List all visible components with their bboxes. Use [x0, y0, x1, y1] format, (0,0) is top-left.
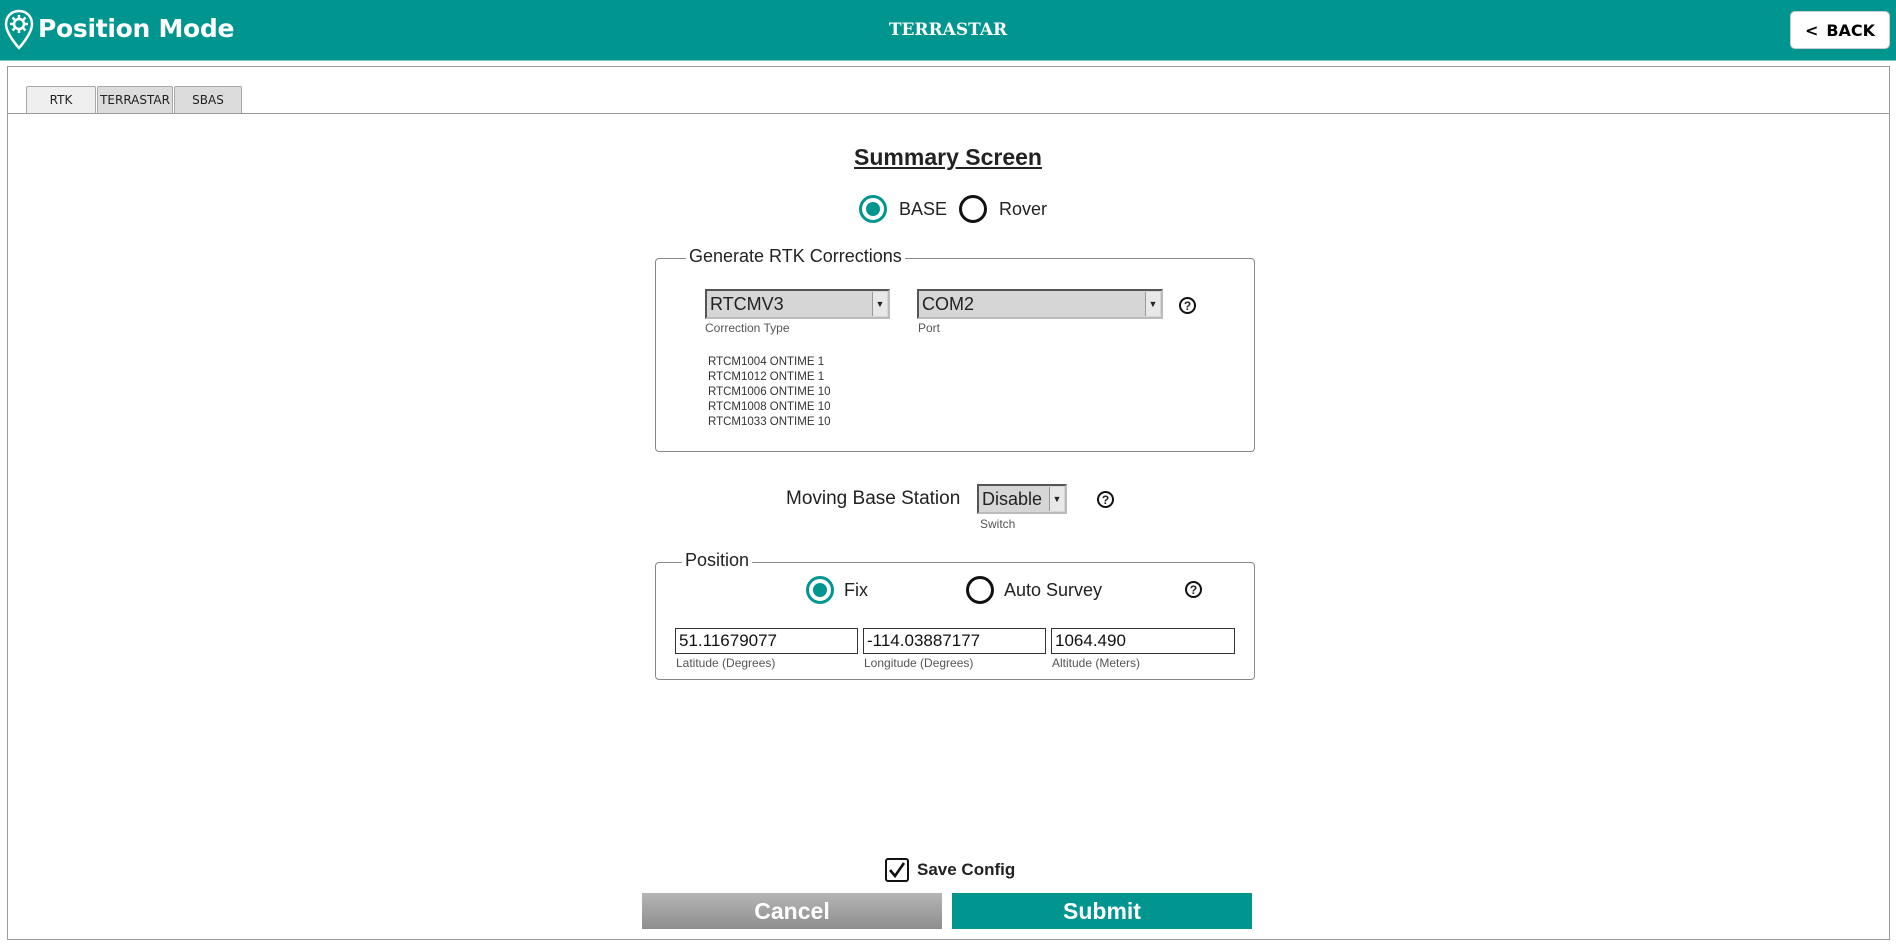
- latitude-caption: Latitude (Degrees): [676, 656, 776, 670]
- base-radio-label: BASE: [899, 198, 948, 219]
- tab-divider: [8, 113, 1889, 114]
- correction-type-caption: Correction Type: [705, 321, 790, 335]
- dropdown-arrow-icon: ▼: [1145, 292, 1160, 316]
- fix-radio-label: Fix: [844, 579, 868, 600]
- rtcm-message-list: RTCM1004 ONTIME 1 RTCM1012 ONTIME 1 RTCM…: [708, 355, 831, 430]
- altitude-caption: Altitude (Meters): [1052, 656, 1141, 670]
- chevron-left-icon: <: [1804, 20, 1819, 40]
- correction-type-select[interactable]: RTCMV3 ▼: [705, 289, 890, 319]
- auto-survey-radio[interactable]: [966, 576, 994, 604]
- moving-base-help-icon[interactable]: ?: [1097, 491, 1114, 508]
- page-title: Summary Screen: [854, 144, 1042, 170]
- corrections-help-icon[interactable]: ?: [1179, 297, 1196, 314]
- rtk-corrections-legend: Generate RTK Corrections: [686, 246, 905, 267]
- port-value: COM2: [922, 293, 975, 314]
- position-legend: Position: [682, 550, 753, 571]
- dropdown-arrow-icon: ▼: [1049, 487, 1064, 511]
- back-button[interactable]: < BACK: [1790, 11, 1890, 49]
- submit-button[interactable]: Submit: [952, 893, 1252, 929]
- dropdown-arrow-icon: ▼: [872, 292, 887, 316]
- rover-radio[interactable]: [959, 195, 988, 223]
- moving-base-select[interactable]: Disable ▼: [977, 484, 1067, 514]
- port-caption: Port: [918, 321, 941, 335]
- cancel-button[interactable]: Cancel: [642, 893, 942, 929]
- list-item: RTCM1006 ONTIME 10: [708, 386, 831, 398]
- auto-survey-radio-label: Auto Survey: [1004, 579, 1103, 600]
- moving-base-label: Moving Base Station: [786, 488, 961, 509]
- save-config-label: Save Config: [917, 860, 1016, 879]
- fix-radio-group: Fix: [806, 576, 868, 604]
- checkmark-icon: [889, 862, 906, 879]
- latitude-input[interactable]: [675, 628, 858, 654]
- list-item: RTCM1008 ONTIME 10: [708, 401, 831, 413]
- tab-bar: RTK TERRASTAR SBAS: [26, 86, 243, 114]
- base-radio[interactable]: [859, 195, 887, 223]
- tab-sbas[interactable]: SBAS: [174, 86, 242, 113]
- save-config-checkbox[interactable]: [885, 858, 909, 882]
- header-subtitle: TERRASTAR: [888, 20, 1008, 40]
- app-header: Position Mode TERRASTAR < BACK: [0, 0, 1896, 61]
- fix-radio[interactable]: [806, 576, 834, 604]
- longitude-caption: Longitude (Degrees): [864, 656, 974, 670]
- list-item: RTCM1012 ONTIME 1: [708, 371, 825, 383]
- auto-survey-radio-group: Auto Survey: [966, 576, 1102, 604]
- rover-radio-label: Rover: [999, 198, 1048, 219]
- tab-rtk[interactable]: RTK: [26, 86, 96, 113]
- altitude-input[interactable]: [1051, 628, 1235, 654]
- longitude-input[interactable]: [863, 628, 1046, 654]
- back-label: BACK: [1826, 20, 1876, 40]
- correction-type-value: RTCMV3: [710, 293, 784, 314]
- list-item: RTCM1033 ONTIME 10: [708, 416, 831, 428]
- position-help-icon[interactable]: ?: [1185, 581, 1202, 598]
- mode-radio-group: BASE Rover: [859, 195, 1047, 223]
- save-config-row: Save Config: [885, 858, 1015, 882]
- tab-terrastar[interactable]: TERRASTAR: [97, 86, 173, 113]
- port-select[interactable]: COM2 ▼: [917, 289, 1163, 319]
- moving-base-caption: Switch: [980, 517, 1016, 531]
- list-item: RTCM1004 ONTIME 1: [708, 356, 825, 368]
- moving-base-value: Disable: [982, 488, 1043, 509]
